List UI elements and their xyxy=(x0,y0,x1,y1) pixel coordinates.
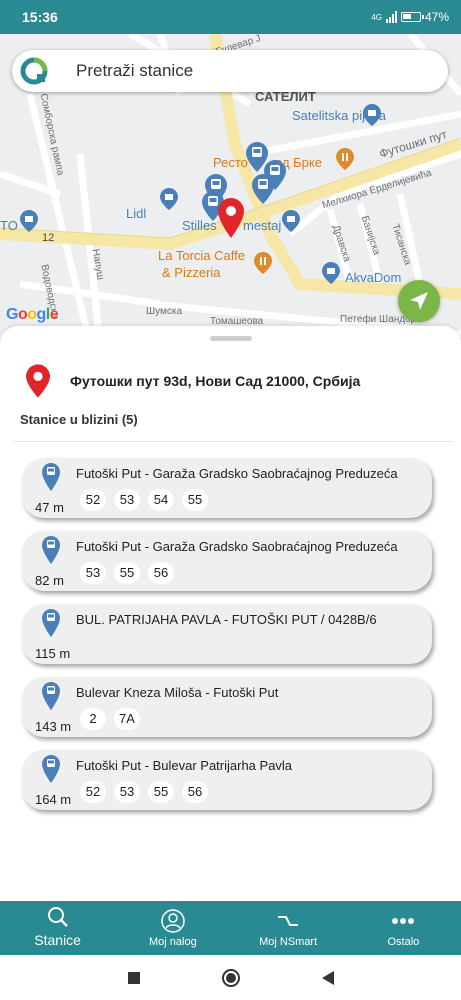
map-label-to: TO xyxy=(0,218,18,233)
tab-stanice[interactable]: Stanice xyxy=(0,901,115,955)
line-badge[interactable]: 53 xyxy=(80,562,106,584)
tab-label: Moj NSmart xyxy=(259,936,318,948)
map-label-torcia-2: & Pizzeria xyxy=(162,265,221,280)
network-type: 4G xyxy=(371,12,382,22)
station-distance: 143 m xyxy=(35,719,72,734)
station-lines: 52 53 54 55 xyxy=(80,489,208,511)
line-badge[interactable]: 55 xyxy=(114,562,140,584)
bus-stop-icon xyxy=(42,463,60,491)
station-lines: 52 53 55 56 xyxy=(80,781,208,803)
map-label-akvadom: AkvaDom xyxy=(345,270,402,285)
address-text: Футошки пут 93d, Нови Сад 21000, Србија xyxy=(70,373,361,389)
line-badge[interactable]: 54 xyxy=(148,489,174,511)
search-bar[interactable]: Pretraži stanice xyxy=(12,50,448,92)
user-icon xyxy=(161,909,185,933)
shop-pin-icon xyxy=(363,104,381,126)
line-badge[interactable]: 2 xyxy=(80,708,106,730)
navigation-arrow-icon xyxy=(410,292,428,310)
food-pin-icon xyxy=(336,148,354,170)
battery-icon xyxy=(400,12,424,22)
nsmart-icon xyxy=(278,916,299,926)
battery-level: 47% xyxy=(424,10,449,24)
line-badge[interactable]: 55 xyxy=(148,781,174,803)
more-icon xyxy=(392,918,415,924)
line-badge[interactable]: 56 xyxy=(182,781,208,803)
map-label-mestaj: mestaj xyxy=(243,218,282,233)
google-logo: Google xyxy=(6,306,59,323)
bus-stop-pin-icon[interactable] xyxy=(252,174,274,204)
nearby-title: Stanice u blizini (5) xyxy=(20,412,138,427)
divider xyxy=(14,441,452,442)
line-badge[interactable]: 55 xyxy=(182,489,208,511)
app-logo-icon xyxy=(20,57,48,85)
system-nav-bar xyxy=(0,955,461,1000)
line-badge[interactable]: 52 xyxy=(80,489,106,511)
bus-stop-icon xyxy=(42,755,60,783)
search-icon xyxy=(47,907,68,927)
map-label-restoran: Ресто xyxy=(213,155,248,170)
station-card[interactable]: 143 m Bulevar Kneza Miloša - Futoški Put… xyxy=(22,677,432,737)
station-card[interactable]: 115 m BUL. PATRIJAHA PAVLA - FUTOŠKI PUT… xyxy=(22,604,432,664)
recents-icon[interactable] xyxy=(127,971,141,985)
shop-pin-icon xyxy=(20,210,38,232)
station-card[interactable]: 164 m Futoški Put - Bulevar Patrijarha P… xyxy=(22,750,432,810)
shop-pin-icon xyxy=(282,210,300,232)
station-name: BUL. PATRIJAHA PAVLA - FUTOŠKI PUT / 042… xyxy=(76,612,377,627)
signal-icon xyxy=(385,11,397,23)
line-badge[interactable]: 53 xyxy=(114,489,140,511)
station-distance: 115 m xyxy=(35,646,71,661)
tab-label: Ostalo xyxy=(387,936,420,948)
sheet-drag-handle[interactable] xyxy=(210,336,252,341)
tab-ostalo[interactable]: Ostalo xyxy=(346,901,461,955)
station-card[interactable]: 47 m Futoški Put - Garaža Gradsko Saobra… xyxy=(22,458,432,518)
bus-stop-icon xyxy=(42,682,60,710)
status-icons: 4G 47% xyxy=(371,10,449,24)
station-card[interactable]: 82 m Futoški Put - Garaža Gradsko Saobra… xyxy=(22,531,432,591)
line-badge[interactable]: 7A xyxy=(114,708,140,730)
shop-pin-icon xyxy=(322,262,340,284)
home-icon[interactable] xyxy=(221,968,241,988)
map-label-road-12: 12 xyxy=(42,232,55,244)
status-bar: 15:36 4G 47% xyxy=(0,0,461,34)
station-name: Futoški Put - Garaža Gradsko Saobraćajno… xyxy=(76,466,398,481)
station-name: Futoški Put - Garaža Gradsko Saobraćajno… xyxy=(76,539,398,554)
station-distance: 47 m xyxy=(35,500,64,515)
locate-me-button[interactable] xyxy=(398,280,440,322)
back-icon[interactable] xyxy=(321,970,335,986)
station-distance: 164 m xyxy=(35,792,72,807)
map-label-sumska: Шумска xyxy=(146,306,183,317)
food-pin-icon xyxy=(254,252,272,274)
tab-moj-nalog[interactable]: Moj nalog xyxy=(115,901,230,955)
tab-moj-nsmart[interactable]: Moj NSmart xyxy=(231,901,346,955)
location-pin-icon xyxy=(26,364,50,398)
station-name: Bulevar Kneza Miloša - Futoški Put xyxy=(76,685,279,700)
map-label-torcia-1: La Torcia Caffe xyxy=(158,248,245,263)
shop-pin-icon xyxy=(160,188,178,210)
address-row: Футошки пут 93d, Нови Сад 21000, Србија xyxy=(26,364,360,398)
station-lines: 2 7A xyxy=(80,708,140,730)
bottom-tab-bar: Stanice Moj nalog Moj NSmart Ostalo xyxy=(0,901,461,955)
station-distance: 82 m xyxy=(35,573,64,588)
tab-label: Moj nalog xyxy=(149,936,197,948)
station-name: Futoški Put - Bulevar Patrijarha Pavla xyxy=(76,758,293,773)
line-badge[interactable]: 56 xyxy=(148,562,174,584)
line-badge[interactable]: 53 xyxy=(114,781,140,803)
line-badge[interactable]: 52 xyxy=(80,781,106,803)
map-label-lidl: Lidl xyxy=(126,206,147,221)
nearby-stations-sheet: Футошки пут 93d, Нови Сад 21000, Србија … xyxy=(0,326,461,901)
station-lines: 53 55 56 xyxy=(80,562,174,584)
tab-label: Stanice xyxy=(34,932,81,948)
status-time: 15:36 xyxy=(22,9,58,25)
bus-stop-icon xyxy=(42,609,60,637)
bus-stop-icon xyxy=(42,536,60,564)
current-location-pin-icon xyxy=(218,198,244,238)
search-input[interactable]: Pretraži stanice xyxy=(76,61,193,81)
